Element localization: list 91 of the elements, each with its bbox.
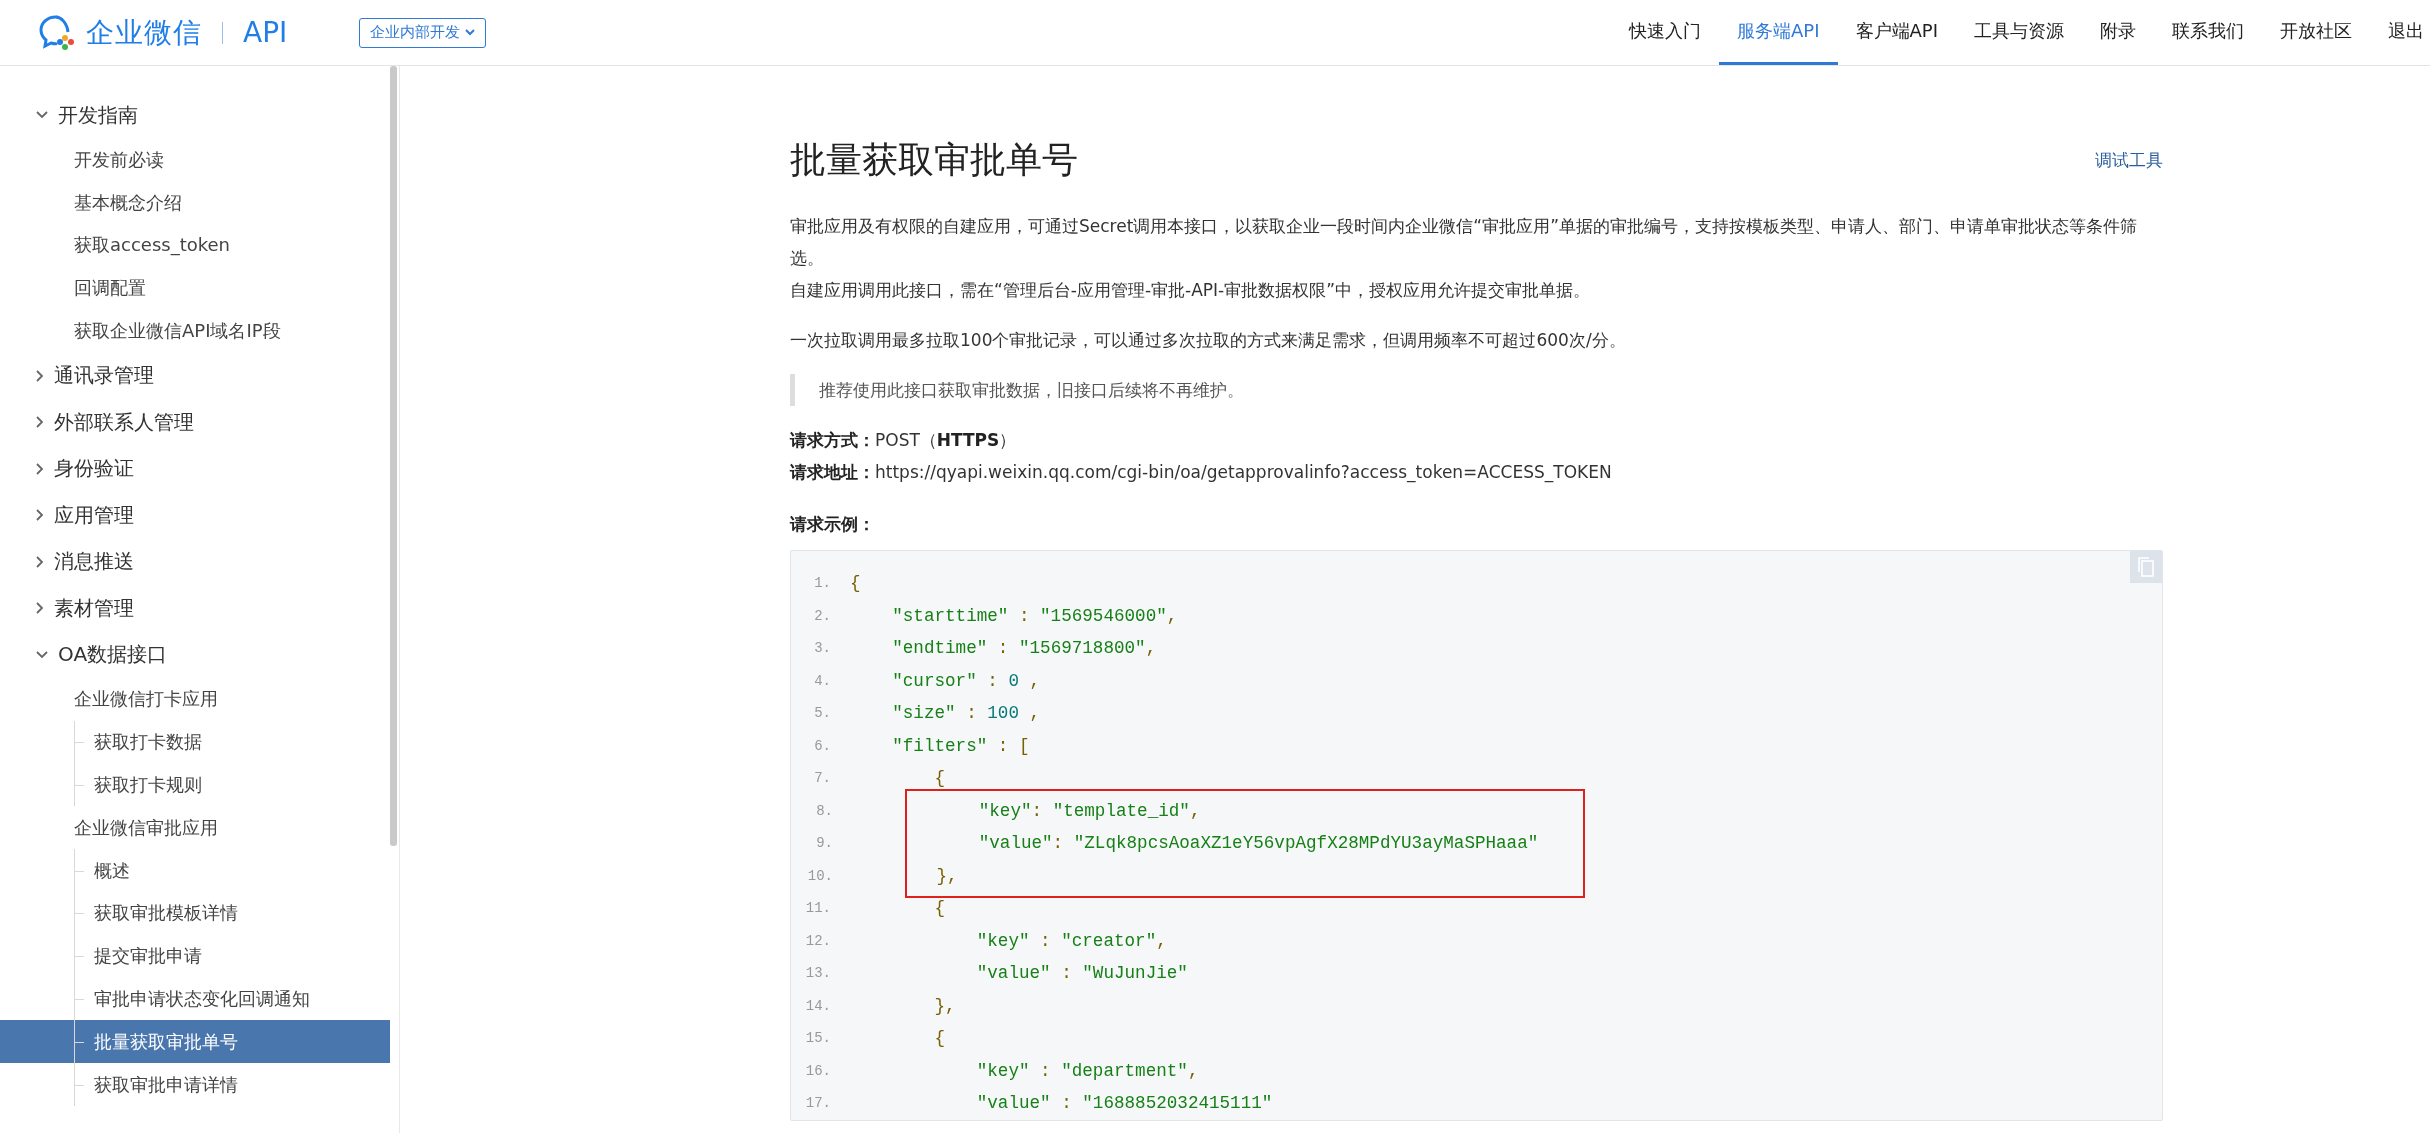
- nav-item[interactable]: 获取打卡规则: [0, 763, 390, 807]
- line-number: 1.: [813, 575, 831, 592]
- line-number: 2.: [813, 607, 831, 624]
- line-number: 17.: [804, 1095, 831, 1112]
- nav-tab[interactable]: 客户端API: [1837, 0, 1956, 65]
- nav-item[interactable]: 获取access_token: [0, 224, 390, 267]
- line-number: 8.: [815, 802, 833, 819]
- nav-group-label[interactable]: 企业微信审批应用: [0, 806, 390, 850]
- code-line: "value" : "WuJunJie": [975, 963, 1188, 984]
- chevron-right-icon: [36, 462, 44, 475]
- nav-item[interactable]: 回调配置: [0, 266, 390, 310]
- nav-item[interactable]: 获取审批模板详情: [0, 891, 390, 935]
- nav-section[interactable]: 身份验证: [0, 445, 390, 492]
- line-number: 16.: [804, 1062, 831, 1079]
- chevron-right-icon: [36, 369, 44, 382]
- nav-item[interactable]: 基本概念介绍: [0, 181, 390, 225]
- example-label: 请求示例：: [790, 513, 876, 536]
- paragraph: 一次拉取调用最多拉取100个审批记录，可以通过多次拉取的方式来满足需求，但调用频率不可超过600次/分。: [790, 329, 1627, 352]
- paragraph: 审批应用及有权限的自建应用，可通过Secret调用本接口，以获取企业一段时间内企业微信“审批应用”单据的审批编号，支持按模板类型、申请人、部门、申请单审批状态等条件筛选。: [790, 215, 2138, 270]
- code-line: "size" : 100 ,: [891, 703, 1041, 724]
- chevron-down-icon: [465, 29, 476, 36]
- paragraph: 自建应用调用此接口，需在“管理后台-应用管理-审批-API-审批数据权限”中，授权应用允许提交审批单据。: [790, 279, 1592, 302]
- code-line: {: [933, 768, 946, 789]
- nav-item[interactable]: 提交审批申请: [0, 934, 390, 978]
- line-number: 10.: [806, 867, 833, 884]
- page-title: 批量获取审批单号: [790, 138, 1078, 182]
- nav-tab[interactable]: 附录: [2082, 0, 2154, 65]
- scrollbar-thumb[interactable]: [390, 66, 397, 846]
- nav-item[interactable]: 概述: [0, 849, 390, 892]
- chevron-right-icon: [36, 416, 44, 429]
- code-line: "key" : "creator",: [975, 930, 1167, 951]
- nav-tab[interactable]: 开放社区: [2262, 0, 2370, 65]
- code-line: {: [933, 1028, 946, 1049]
- line-number: 5.: [813, 705, 831, 722]
- chevron-right-icon: [36, 602, 44, 615]
- line-number: 3.: [813, 640, 831, 657]
- code-line: },: [933, 995, 956, 1016]
- line-number: 7.: [813, 770, 831, 787]
- nav-section[interactable]: OA数据接口: [0, 631, 390, 678]
- debug-tool-link[interactable]: 调试工具: [2095, 149, 2163, 172]
- method-value: POST（HTTPS）: [875, 430, 1017, 450]
- nav-item[interactable]: 获取打卡数据: [0, 720, 390, 764]
- line-number: 4.: [813, 672, 831, 689]
- nav-tab[interactable]: 工具与资源: [1956, 0, 2082, 65]
- nav-tab[interactable]: 服务端API: [1719, 0, 1838, 65]
- nav-section[interactable]: 开发指南: [0, 92, 390, 139]
- code-line: "endtime" : "1569718800",: [891, 638, 1157, 659]
- nav-section[interactable]: 通讯录管理: [0, 352, 390, 399]
- nav-section[interactable]: 外部联系人管理: [0, 399, 390, 446]
- code-line: "filters" : [: [891, 735, 1030, 756]
- url-value: https://qyapi.weixin.qq.com/cgi-bin/oa/getapprovalinfo?access_token=ACCESS_TOKEN: [875, 462, 1612, 482]
- nav-item[interactable]: 批量获取审批单号: [0, 1020, 390, 1064]
- chevron-right-icon: [36, 509, 44, 522]
- code-line: "value": "ZLqk8pcsAoaXZ1eY56vpAgfX28MPdYU3ayMaSPHaaa": [977, 833, 1539, 854]
- line-number: 11.: [804, 900, 831, 917]
- nav-group-label[interactable]: 企业微信打卡应用: [0, 678, 390, 721]
- line-number: 6.: [813, 737, 831, 754]
- url-label: 请求地址：: [790, 462, 875, 482]
- line-number: 14.: [804, 997, 831, 1014]
- logo-text: 企业微信: [86, 14, 202, 51]
- nav-item[interactable]: 获取审批申请详情: [0, 1063, 390, 1106]
- code-line: },: [935, 865, 958, 886]
- nav-section[interactable]: 素材管理: [0, 585, 390, 632]
- code-line: "starttime" : "1569546000",: [891, 605, 1178, 626]
- nav-tab[interactable]: 快速入门: [1611, 0, 1720, 65]
- nav-section[interactable]: 应用管理: [0, 492, 390, 539]
- code-line: {: [850, 573, 861, 594]
- code-line: "key": "template_id",: [977, 800, 1201, 821]
- nav-item[interactable]: 开发前必读: [0, 138, 390, 182]
- code-line: "key" : "department",: [975, 1060, 1199, 1081]
- chevron-down-icon: [36, 111, 48, 120]
- nav-tab[interactable]: 联系我们: [2154, 0, 2262, 65]
- chevron-right-icon: [36, 555, 44, 568]
- note-quote: 推荐使用此接口获取审批数据，旧接口后续将不再维护。: [790, 374, 2163, 406]
- chevron-down-icon: [36, 650, 48, 659]
- dropdown-button[interactable]: 企业内部开发: [359, 17, 487, 48]
- nav-item[interactable]: 审批申请状态变化回调通知: [0, 977, 390, 1021]
- nav-section[interactable]: 消息推送: [0, 538, 390, 585]
- copy-button[interactable]: [2130, 551, 2162, 583]
- copy-icon: [2138, 557, 2154, 577]
- code-line: "cursor" : 0 ,: [891, 670, 1041, 691]
- product-name: API: [243, 16, 288, 49]
- code-line: {: [933, 898, 946, 919]
- line-number: 15.: [804, 1030, 831, 1047]
- nav-tab[interactable]: 退出: [2370, 0, 2430, 65]
- method-label: 请求方式：: [790, 430, 875, 450]
- line-number: 12.: [804, 932, 831, 949]
- line-number: 9.: [815, 835, 833, 852]
- nav-item[interactable]: 获取企业微信API域名IP段: [0, 309, 390, 353]
- line-number: 13.: [804, 965, 831, 982]
- code-line: "value" : "1688852032415111": [975, 1093, 1273, 1114]
